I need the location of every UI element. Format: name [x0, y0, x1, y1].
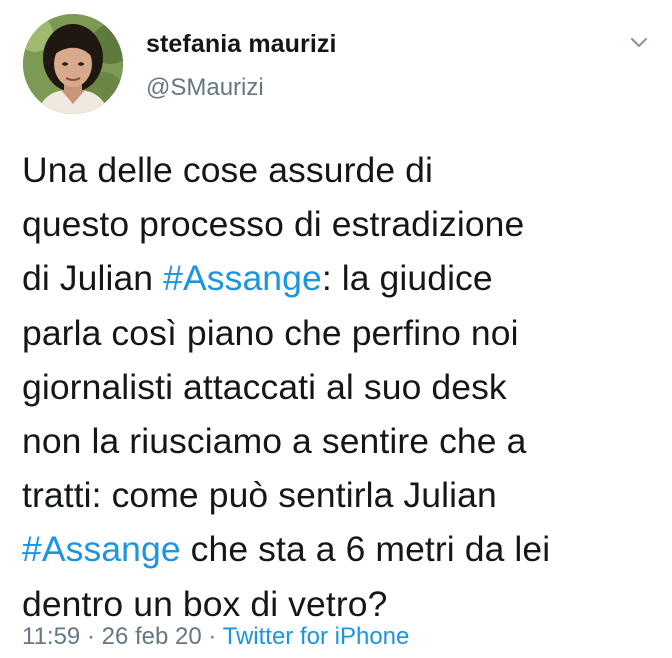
author-name[interactable]: stefania maurizi [146, 30, 337, 59]
tweet-text-segment: non la riusciamo a sentire che a [22, 421, 527, 462]
tweet-date[interactable]: 26 feb 20 [102, 623, 202, 650]
tweet-text-segment: di Julian [22, 258, 164, 299]
tweet-text: Una delle cose assurde di questo processo… [22, 143, 662, 631]
tweet-text-segment: questo processo di estradizione [22, 204, 525, 245]
tweet-text-line: questo processo di estradizione [22, 197, 662, 251]
tweet-text-line: giornalisti attaccati al suo desk [22, 360, 662, 414]
hashtag-link[interactable]: #Assange [22, 529, 181, 569]
tweet-text-segment: : la giudice [321, 258, 493, 299]
tweet-text-line: tratti: come può sentirla Julian [22, 468, 662, 522]
tweet-source-link[interactable]: Twitter for iPhone [223, 623, 410, 650]
tweet-text-line: di Julian #Assange: la giudice [22, 251, 662, 305]
hashtag-link[interactable]: #Assange [163, 258, 322, 298]
tweet-text-line: non la riusciamo a sentire che a [22, 414, 662, 468]
tweet-text-segment: giornalisti attaccati al suo desk [22, 366, 507, 407]
tweet-text-segment: tratti: come può sentirla Julian [22, 475, 497, 516]
avatar[interactable] [23, 14, 123, 114]
tweet-text-line: Una delle cose assurde di [22, 143, 662, 197]
tweet-card: stefania maurizi @SMaurizi Una delle cos… [0, 0, 672, 658]
tweet-text-segment: Una delle cose assurde di [22, 150, 433, 190]
tweet-text-segment: dentro un box di vetro? [22, 583, 388, 624]
tweet-text-line: #Assange che sta a 6 metri da lei [22, 522, 662, 576]
avatar-image [23, 14, 123, 114]
tweet-text-segment: che sta a 6 metri da lei [180, 529, 551, 570]
meta-separator: · [201, 623, 223, 650]
tweet-meta: 11:59 · 26 feb 20 · Twitter for iPhone [22, 623, 409, 651]
meta-separator: · [80, 623, 102, 650]
author-handle[interactable]: @SMaurizi [146, 74, 264, 102]
tweet-text-segment: parla così piano che perfino noi [22, 312, 519, 353]
chevron-down-icon[interactable] [628, 32, 650, 54]
tweet-time[interactable]: 11:59 [22, 623, 80, 650]
tweet-text-line: parla così piano che perfino noi [22, 306, 662, 360]
